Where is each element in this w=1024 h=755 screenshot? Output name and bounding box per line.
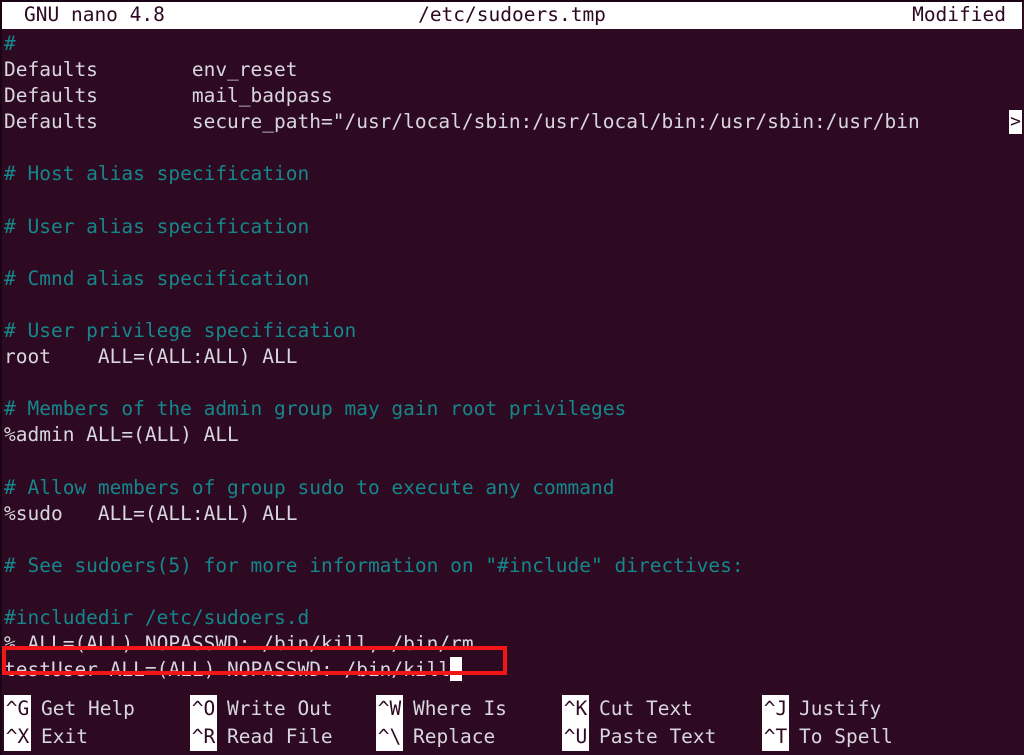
shortcut-to-spell[interactable]: ^T To Spell	[762, 723, 962, 751]
shortcut-where-is[interactable]: ^W Where Is	[376, 695, 562, 723]
editor-line: %admin ALL=(ALL) ALL	[4, 422, 1024, 448]
line-continuation-marker: >	[1009, 110, 1022, 135]
shortcut-key: ^R	[190, 723, 217, 751]
editor-line: # Cmnd alias specification	[4, 266, 1024, 292]
shortcut-key: ^X	[4, 723, 31, 751]
editor-line: # User alias specification	[4, 214, 1024, 240]
shortcut-justify[interactable]: ^J Justify	[762, 695, 962, 723]
shortcut-label: Get Help	[41, 697, 135, 720]
shortcut-write-out[interactable]: ^O Write Out	[190, 695, 376, 723]
editor-line-text: testUser ALL=(ALL) NOPASSWD: /bin/kill	[4, 658, 451, 682]
shortcut-get-help[interactable]: ^G Get Help	[4, 695, 190, 723]
editor-line: # Host alias specification	[4, 161, 1024, 187]
editor-line-text: #includedir /etc/sudoers.d	[4, 606, 310, 630]
shortcut-label: Read File	[227, 725, 333, 748]
shortcut-key: ^\	[376, 723, 403, 751]
shortcut-key: ^J	[762, 695, 789, 723]
shortcut-label: Justify	[799, 697, 882, 720]
editor-line-text: %admin ALL=(ALL) ALL	[4, 423, 239, 447]
text-cursor	[450, 657, 463, 682]
editor-line-text: # Host alias specification	[4, 162, 310, 186]
editor-line: # User privilege specification	[4, 318, 1024, 344]
nano-filename: /etc/sudoers.tmp	[418, 3, 606, 27]
editor-line: %sudo ALL=(ALL:ALL) ALL	[4, 501, 1024, 527]
editor-line-text: Defaults mail_badpass	[4, 84, 333, 108]
editor-line: % ALL=(ALL) NOPASSWD: /bin/kill, /bin/rm	[4, 631, 1024, 657]
editor-line-text: # Allow members of group sudo to execute…	[4, 475, 615, 499]
shortcut-row-secondary: ^X Exit ^R Read File ^\ Replace ^U Paste Text ^T…	[4, 723, 1024, 751]
nano-modified-status: Modified	[912, 3, 1006, 27]
editor-line: #	[4, 31, 1024, 57]
shortcut-label: Paste Text	[599, 725, 717, 748]
editor-line: Defaults secure_path="/usr/local/sbin:/u…	[4, 109, 1024, 135]
editor-line: #includedir /etc/sudoers.d	[4, 605, 1024, 631]
shortcut-read-file[interactable]: ^R Read File	[190, 723, 376, 751]
shortcut-label: Where Is	[413, 697, 507, 720]
editor-line: testUser ALL=(ALL) NOPASSWD: /bin/kill	[4, 657, 1024, 683]
editor-line-text: root ALL=(ALL:ALL) ALL	[4, 345, 298, 369]
shortcut-key: ^U	[562, 723, 589, 751]
editor-line-text: Defaults env_reset	[4, 58, 298, 82]
editor-line-text: # User alias specification	[4, 214, 310, 238]
editor-line: Defaults env_reset	[4, 57, 1024, 83]
shortcut-row-primary: ^G Get Help ^O Write Out ^W Where Is ^K Cut Tex…	[4, 695, 1024, 723]
editor-line-text: # Cmnd alias specification	[4, 266, 310, 290]
editor-line: Defaults mail_badpass	[4, 83, 1024, 109]
shortcut-label: Replace	[413, 725, 496, 748]
editor-line: # See sudoers(5) for more information on…	[4, 553, 1024, 579]
shortcut-key: ^G	[4, 695, 31, 723]
editor-line-text: # User privilege specification	[4, 319, 357, 343]
editor-line-text: %sudo ALL=(ALL:ALL) ALL	[4, 501, 298, 525]
shortcut-key: ^K	[562, 695, 589, 723]
editor-line: # Members of the admin group may gain ro…	[4, 396, 1024, 422]
editor-line-text: # Members of the admin group may gain ro…	[4, 397, 627, 421]
editor-line-text: Defaults secure_path="/usr/local/sbin:/u…	[4, 110, 920, 134]
nano-title-bar: GNU nano 4.8 /etc/sudoers.tmp Modified	[2, 2, 1022, 29]
shortcut-paste-text[interactable]: ^U Paste Text	[562, 723, 762, 751]
editor-line: root ALL=(ALL:ALL) ALL	[4, 344, 1024, 370]
nano-shortcut-bar: ^G Get Help ^O Write Out ^W Where Is ^K Cut Tex…	[2, 695, 1024, 755]
editor-line-text: % ALL=(ALL) NOPASSWD: /bin/kill, /bin/rm	[4, 632, 474, 656]
shortcut-label: To Spell	[799, 725, 893, 748]
shortcut-label: Write Out	[227, 697, 333, 720]
shortcut-key: ^W	[376, 695, 403, 723]
shortcut-cut-text[interactable]: ^K Cut Text	[562, 695, 762, 723]
shortcut-key: ^O	[190, 695, 217, 723]
editor-line-text: # See sudoers(5) for more information on…	[4, 553, 744, 577]
terminal-window: GNU nano 4.8 /etc/sudoers.tmp Modified #…	[0, 0, 1024, 755]
shortcut-label: Exit	[41, 725, 88, 748]
shortcut-key: ^T	[762, 723, 789, 751]
shortcut-replace[interactable]: ^\ Replace	[376, 723, 562, 751]
editor-line: # Allow members of group sudo to execute…	[4, 475, 1024, 501]
editor-line-text: #	[4, 32, 16, 55]
editor-text-area[interactable]: # Defaults env_reset Defaults mail_badpass…	[2, 31, 1024, 686]
shortcut-label: Cut Text	[599, 697, 693, 720]
shortcut-exit[interactable]: ^X Exit	[4, 723, 190, 751]
